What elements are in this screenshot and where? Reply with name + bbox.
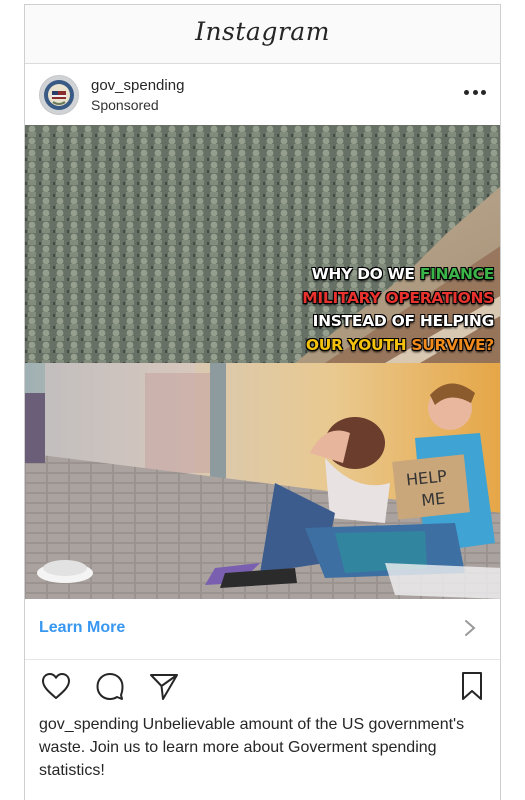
chevron-right-icon[interactable] [462,619,478,637]
instagram-frame: Instagram gov_spending Sponsored WHY DO … [24,4,501,800]
caption-username[interactable]: gov_spending [39,716,139,733]
learn-more-link[interactable]: Learn More [39,619,125,637]
app-header: Instagram [25,5,500,64]
comment-icon[interactable] [93,669,127,703]
instagram-logo[interactable]: Instagram [25,17,500,46]
post-header: gov_spending Sponsored [25,65,500,127]
post-actions [25,665,500,709]
help-sign-line2: ME [420,489,446,510]
post-caption: gov_spending Unbelievable amount of the U… [39,713,479,782]
post-username[interactable]: gov_spending [91,77,184,94]
soldiers-image: WHY DO WE FINANCE MILITARY OPERATIONS IN… [25,125,500,363]
share-icon[interactable] [147,669,181,703]
post-image[interactable]: WHY DO WE FINANCE MILITARY OPERATIONS IN… [25,125,500,599]
bookmark-icon[interactable] [455,669,489,703]
learn-more-bar[interactable]: Learn More [25,599,500,660]
avatar[interactable] [39,75,79,115]
more-icon[interactable] [464,85,486,99]
meme-caption: WHY DO WE FINANCE MILITARY OPERATIONS IN… [302,265,494,354]
sponsored-label: Sponsored [91,97,159,113]
heart-icon[interactable] [39,669,73,703]
children-image: HELP ME [25,363,500,599]
